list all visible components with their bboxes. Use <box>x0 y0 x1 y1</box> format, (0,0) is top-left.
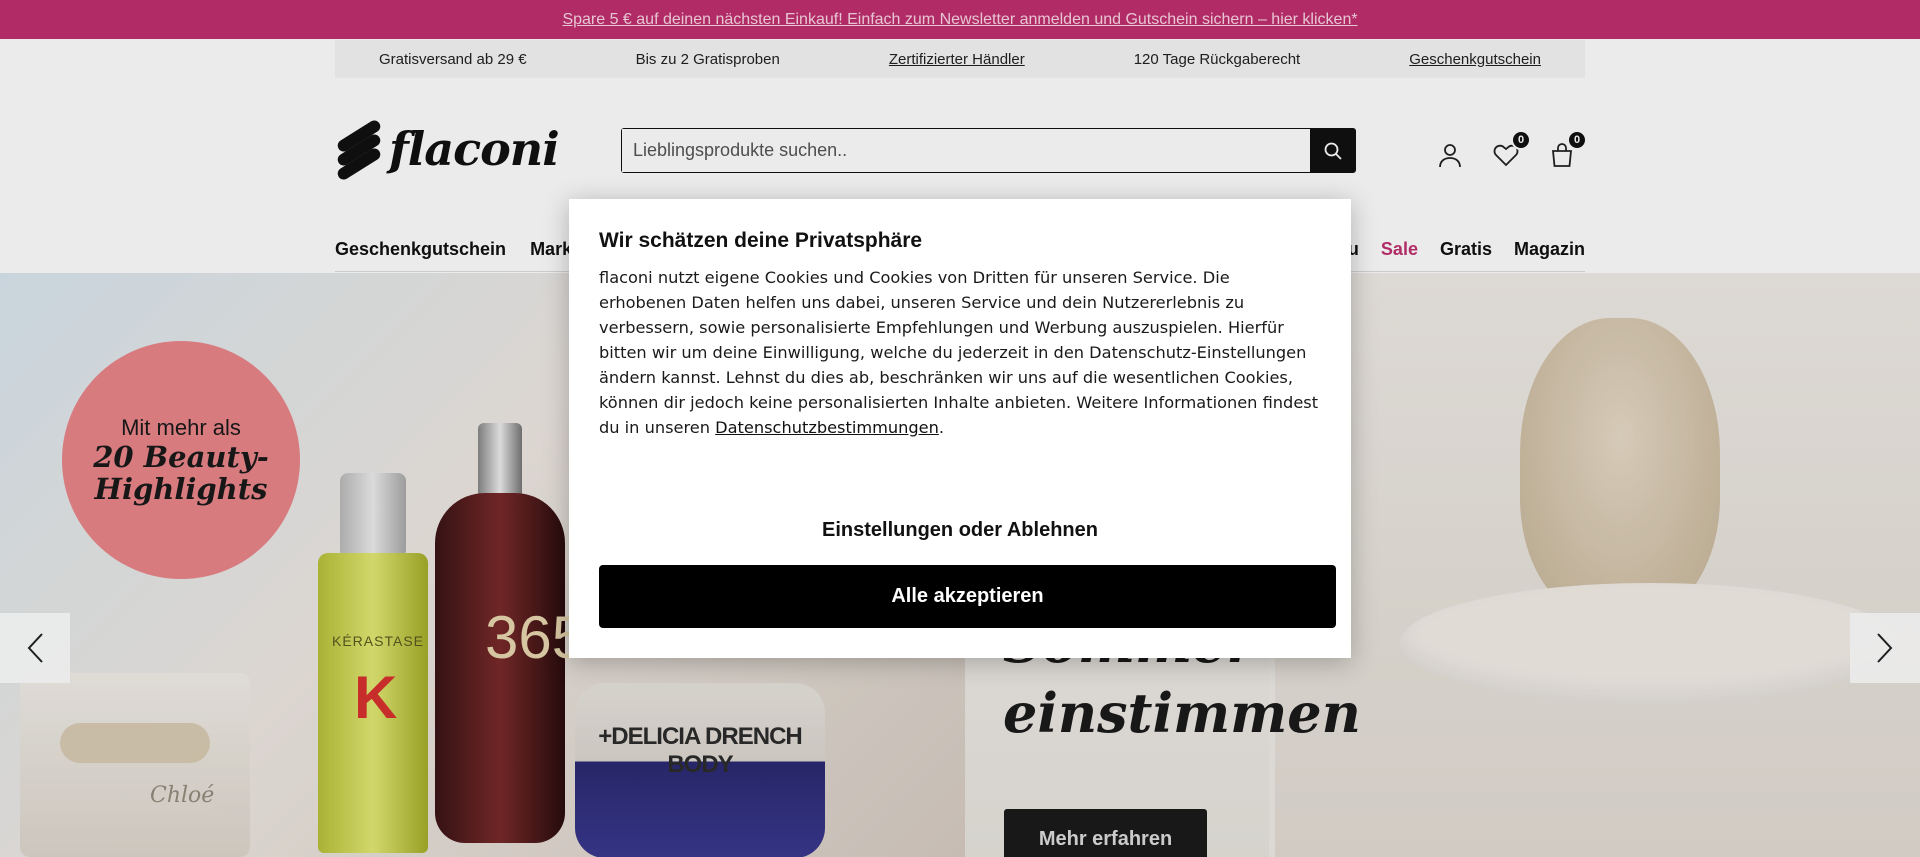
cookie-consent-dialog: Wir schätzen deine Privatsphäre flaconi … <box>569 199 1351 658</box>
cookie-body-text: flaconi nutzt eigene Cookies und Cookies… <box>599 268 1319 437</box>
cookie-dialog-body: flaconi nutzt eigene Cookies und Cookies… <box>599 265 1321 440</box>
cookie-settings-or-decline-button[interactable]: Einstellungen oder Ablehnen <box>569 519 1351 542</box>
privacy-policy-link[interactable]: Datenschutzbestimmungen <box>715 418 939 437</box>
cookie-dialog-title: Wir schätzen deine Privatsphäre <box>599 229 923 252</box>
accept-all-cookies-button[interactable]: Alle akzeptieren <box>599 565 1336 628</box>
cookie-body-end: . <box>938 418 945 437</box>
